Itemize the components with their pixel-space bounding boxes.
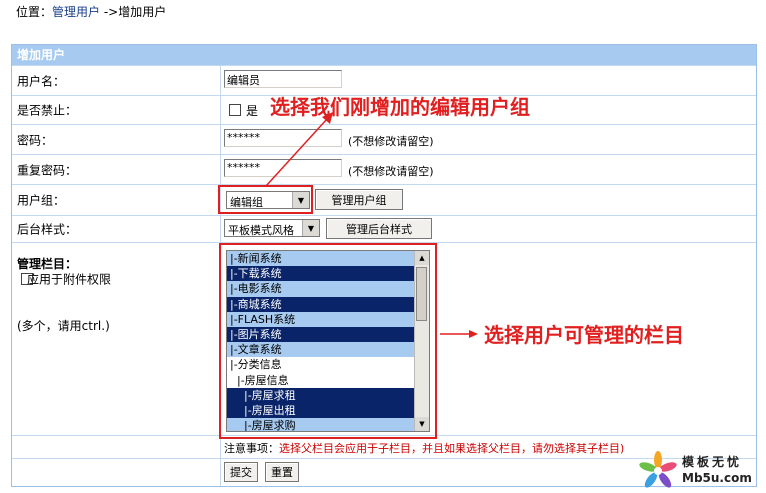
columns-callout: 选择用户可管理的栏目: [484, 323, 684, 347]
flower-logo-icon: [639, 451, 677, 488]
columns-arrow-head-icon: [469, 330, 478, 338]
watermark-line1: 模板无忧: [682, 455, 743, 469]
group-arrow-line: [265, 118, 328, 187]
watermark-line2: Mb5u.com: [682, 471, 752, 485]
group-callout: 选择我们刚增加的编辑用户组: [270, 95, 530, 119]
annotation-arrows: [265, 112, 478, 338]
site-watermark: 模板无忧 Mb5u.com: [638, 451, 758, 489]
